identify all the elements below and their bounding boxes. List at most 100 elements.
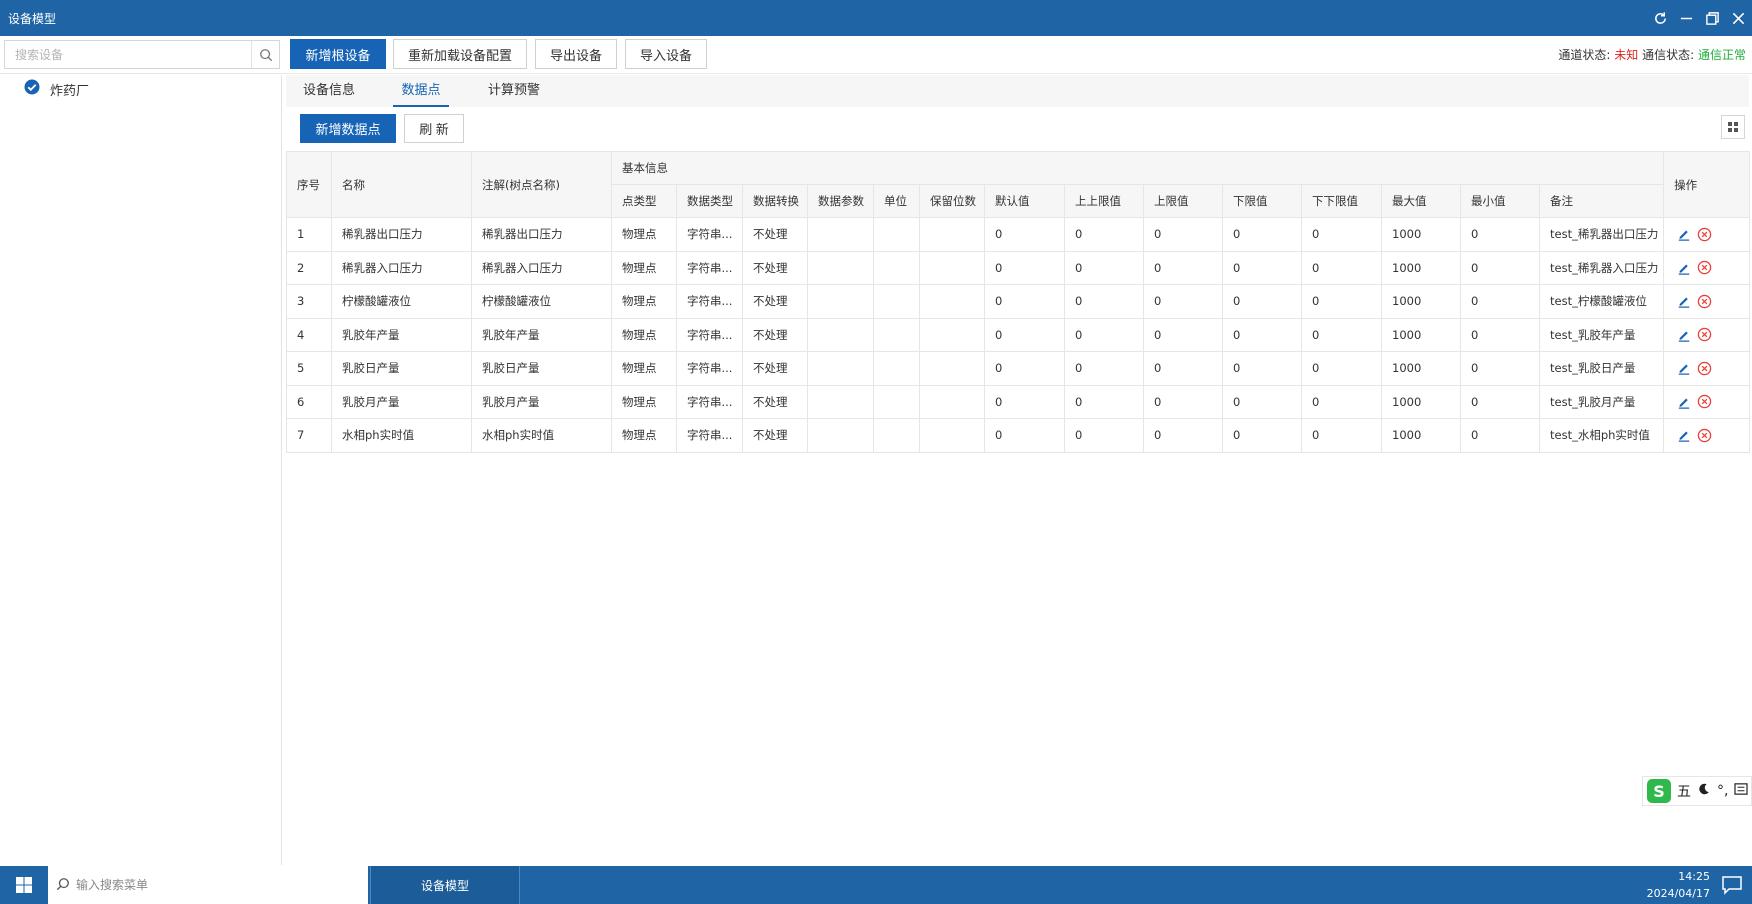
add-data-point-button[interactable]: 新增数据点 <box>300 114 396 143</box>
table-cell: 0 <box>1301 284 1382 319</box>
delete-circle-x-icon[interactable] <box>1696 360 1712 376</box>
taskbar-search-input[interactable] <box>76 873 356 897</box>
col-sub-9: 下限值 <box>1222 184 1302 218</box>
table-cell: 柠檬酸罐液位 <box>471 284 612 319</box>
table-cell: 水相ph实时值 <box>471 418 612 453</box>
table-row[interactable]: 2 稀乳器入口压力 稀乳器入口压力 物理点 字符串... 不处理 0 0 0 0 0 1000 0 tes… <box>286 250 1751 285</box>
table-cell: 0 <box>1064 418 1144 453</box>
table-cell: 物理点 <box>611 317 677 352</box>
taskbar-app-device-model[interactable]: 设备模型 <box>370 866 520 904</box>
table-cell <box>919 418 985 453</box>
table-cell: 0 <box>1143 351 1223 386</box>
keyboard-icon[interactable] <box>1734 783 1749 799</box>
table-cell: test_乳胶年产量 <box>1538 317 1665 352</box>
check-circle-icon[interactable] <box>24 79 40 99</box>
table-cell <box>873 317 920 352</box>
edit-pencil-icon[interactable] <box>1676 360 1692 376</box>
table-row[interactable]: 4 乳胶年产量 乳胶年产量 物理点 字符串... 不处理 0 0 0 0 0 1000 0 test_乳胶… <box>286 317 1751 352</box>
col-sub-7: 上上限值 <box>1064 184 1144 218</box>
close-icon[interactable] <box>1728 8 1748 28</box>
table-row[interactable]: 3 柠檬酸罐液位 柠檬酸罐液位 物理点 字符串... 不处理 0 0 0 0 0 1000 0 test_… <box>286 284 1751 319</box>
moon-icon[interactable] <box>1697 782 1711 800</box>
table-cell <box>919 317 985 352</box>
add-root-device-button[interactable]: 新增根设备 <box>290 39 386 69</box>
refresh-button[interactable]: 刷 新 <box>404 114 464 143</box>
edit-pencil-icon[interactable] <box>1676 226 1692 242</box>
table-cell: 乳胶年产量 <box>331 317 472 352</box>
table-cell: 1000 <box>1381 250 1461 285</box>
delete-circle-x-icon[interactable] <box>1696 394 1712 410</box>
col-sub-6: 默认值 <box>984 184 1065 218</box>
table-cell: 0 <box>1460 250 1540 285</box>
reload-device-config-button[interactable]: 重新加载设备配置 <box>393 39 527 69</box>
edit-pencil-icon[interactable] <box>1676 427 1692 443</box>
ime-punct[interactable]: °, <box>1717 783 1728 799</box>
delete-circle-x-icon[interactable] <box>1696 260 1712 276</box>
taskbar-clock[interactable]: 14:25 2024/04/17 <box>1647 868 1710 902</box>
edit-pencil-icon[interactable] <box>1676 394 1692 410</box>
table-row[interactable]: 5 乳胶日产量 乳胶日产量 物理点 字符串... 不处理 0 0 0 0 0 1000 0 test_乳胶… <box>286 351 1751 386</box>
search-icon[interactable] <box>251 41 279 68</box>
table-cell: 0 <box>1064 250 1144 285</box>
table-cell: 0 <box>1222 317 1302 352</box>
table-cell: 1000 <box>1381 217 1461 252</box>
table-cell <box>807 317 874 352</box>
delete-circle-x-icon[interactable] <box>1696 293 1712 309</box>
sogou-logo-icon[interactable]: S <box>1647 779 1671 803</box>
tab-device-info[interactable]: 设备信息 <box>296 75 362 107</box>
refresh-icon[interactable] <box>1650 8 1670 28</box>
minimize-icon[interactable] <box>1676 8 1696 28</box>
ime-mode[interactable]: 五 <box>1677 781 1691 801</box>
tab-data-points[interactable]: 数据点 <box>393 75 449 107</box>
table-row[interactable]: 1 稀乳器出口压力 稀乳器出口压力 物理点 字符串... 不处理 0 0 0 0 0 1000 0 tes… <box>286 217 1751 252</box>
table-cell: 0 <box>984 217 1065 252</box>
table-cell: test_稀乳器出口压力 <box>1538 217 1665 252</box>
export-device-button[interactable]: 导出设备 <box>535 39 617 69</box>
taskbar-search <box>48 866 368 904</box>
restore-icon[interactable] <box>1702 8 1722 28</box>
table-row[interactable]: 6 乳胶月产量 乳胶月产量 物理点 字符串... 不处理 0 0 0 0 0 1000 0 test_乳胶… <box>286 384 1751 419</box>
table-cell: 0 <box>1460 418 1540 453</box>
edit-pencil-icon[interactable] <box>1676 260 1692 276</box>
table-cell <box>873 418 920 453</box>
table-cell: 4 <box>286 317 332 352</box>
table-cell: 5 <box>286 351 332 386</box>
grid-view-icon[interactable] <box>1721 115 1745 139</box>
table-cell: 字符串... <box>676 384 743 419</box>
col-sub-13: 备注 <box>1538 184 1665 218</box>
notification-icon[interactable] <box>1718 872 1746 898</box>
table-cell: 6 <box>286 384 332 419</box>
table-cell: 乳胶日产量 <box>331 351 472 386</box>
table-cell <box>807 217 874 252</box>
windows-start-icon[interactable] <box>0 866 48 904</box>
col-sub-1: 数据类型 <box>676 184 743 218</box>
table-cell: 稀乳器出口压力 <box>471 217 612 252</box>
table-row[interactable]: 7 水相ph实时值 水相ph实时值 物理点 字符串... 不处理 0 0 0 0 0 1000 0 tes… <box>286 418 1751 453</box>
table-cell <box>873 250 920 285</box>
table-cell: 稀乳器入口压力 <box>471 250 612 285</box>
table-cell: 0 <box>984 317 1065 352</box>
edit-pencil-icon[interactable] <box>1676 327 1692 343</box>
table-cell: 1 <box>286 217 332 252</box>
table-cell: 0 <box>1301 217 1382 252</box>
table-cell: 乳胶月产量 <box>471 384 612 419</box>
delete-circle-x-icon[interactable] <box>1696 427 1712 443</box>
col-ops: 操作 <box>1663 151 1751 218</box>
table-cell: 0 <box>1301 418 1382 453</box>
tree-node-root[interactable]: 炸药厂 <box>24 79 89 99</box>
table-cell: 物理点 <box>611 351 677 386</box>
window-title: 设备模型 <box>8 11 57 26</box>
table-cell: 1000 <box>1381 351 1461 386</box>
delete-circle-x-icon[interactable] <box>1696 327 1712 343</box>
device-search-input[interactable] <box>5 41 253 68</box>
row-ops <box>1663 250 1751 285</box>
edit-pencil-icon[interactable] <box>1676 293 1692 309</box>
clock-time: 14:25 <box>1678 870 1710 883</box>
col-sub-2: 数据转换 <box>742 184 808 218</box>
tab-calc-alert[interactable]: 计算预警 <box>481 75 547 107</box>
delete-circle-x-icon[interactable] <box>1696 226 1712 242</box>
table-cell: 水相ph实时值 <box>331 418 472 453</box>
table-cell: 不处理 <box>742 418 808 453</box>
window-controls <box>1650 0 1748 36</box>
import-device-button[interactable]: 导入设备 <box>625 39 707 69</box>
